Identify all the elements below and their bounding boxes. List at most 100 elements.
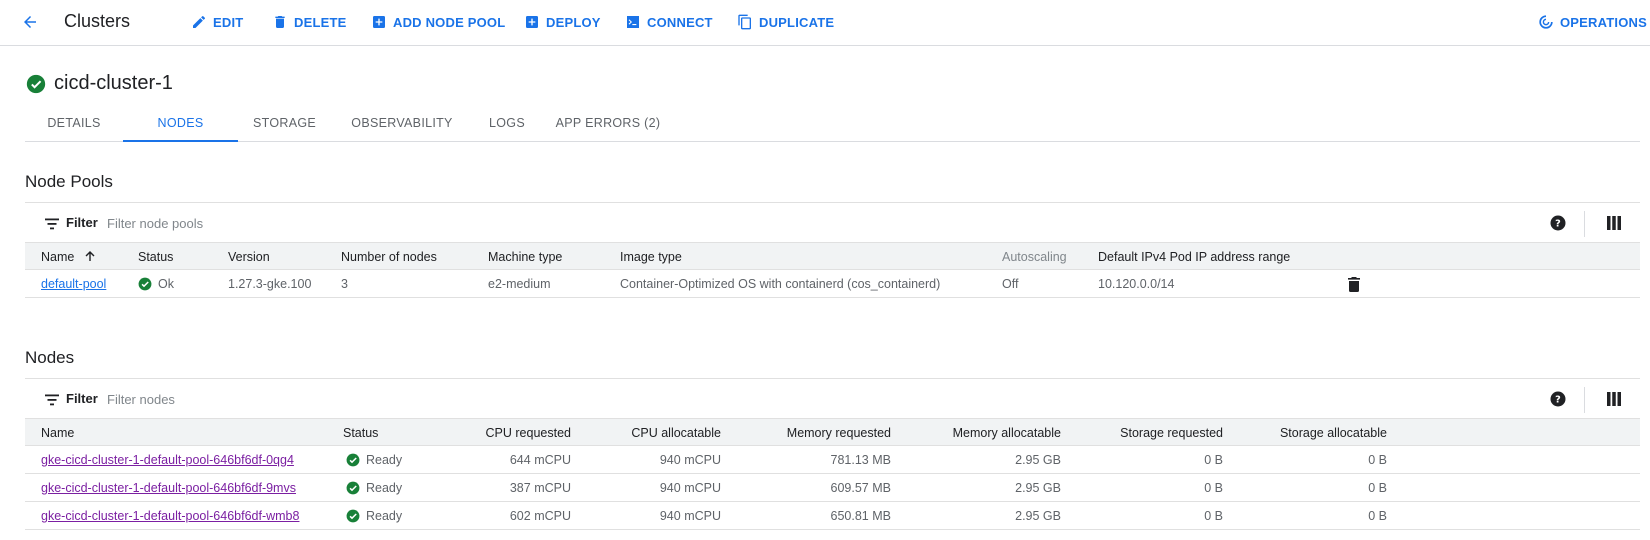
cpu-allocatable-cell: 940 mCPU: [659, 453, 721, 467]
memory-requested-cell: 609.57 MB: [830, 481, 891, 495]
image-type-cell: Container-Optimized OS with containerd (…: [620, 277, 941, 291]
column-header-status: Status: [138, 250, 174, 264]
column-header-machine-type: Machine type: [488, 250, 563, 264]
delete-button-label: DELETE: [294, 14, 347, 30]
storage-requested-cell: 0 B: [1204, 453, 1223, 467]
help-icon[interactable]: ?: [1549, 390, 1567, 408]
svg-text:?: ?: [1555, 394, 1561, 405]
node-name-link[interactable]: gke-cicd-cluster-1-default-pool-646bf6df…: [41, 509, 299, 523]
add-node-pool-button[interactable]: ADD NODE POOL: [371, 13, 505, 31]
cpu-requested-cell: 602 mCPU: [509, 509, 571, 523]
node-pools-table: Name Status Version Number of nodes Mach…: [25, 242, 1640, 298]
node-pool-name-link[interactable]: default-pool: [41, 277, 106, 291]
check-circle-icon: [346, 509, 360, 523]
status-text: Ready: [366, 481, 403, 495]
cpu-requested-cell: 644 mCPU: [509, 453, 571, 467]
column-header-memory-requested: Memory requested: [786, 426, 891, 440]
connect-button-label: CONNECT: [647, 14, 713, 30]
connect-button[interactable]: CONNECT: [625, 13, 713, 31]
duplicate-button-label: DUPLICATE: [759, 14, 835, 30]
status-cell: Ready: [346, 453, 402, 467]
nodes-filter-input[interactable]: [107, 387, 707, 411]
storage-requested-cell: 0 B: [1204, 481, 1223, 495]
pencil-icon: [193, 15, 206, 28]
column-header-storage-allocatable: Storage allocatable: [1279, 426, 1387, 440]
memory-allocatable-cell: 2.95 GB: [1015, 481, 1061, 495]
nodes-count-cell: 3: [341, 277, 348, 291]
copy-icon: [738, 14, 751, 30]
storage-allocatable-cell: 0 B: [1368, 481, 1387, 495]
storage-allocatable-cell: 0 B: [1368, 509, 1387, 523]
column-header-name[interactable]: Name: [41, 250, 96, 264]
memory-allocatable-cell: 2.95 GB: [1015, 453, 1061, 467]
back-arrow-icon[interactable]: [18, 10, 42, 34]
table-header: Name Status CPU requested CPU allocatabl…: [25, 418, 1640, 446]
column-header-cpu-allocatable: CPU allocatable: [631, 426, 721, 440]
column-display-icon[interactable]: [1606, 391, 1622, 407]
svg-text:?: ?: [1555, 218, 1561, 229]
tab-details[interactable]: DETAILS: [25, 108, 123, 142]
status-text: Ready: [366, 509, 403, 523]
status-text: Ok: [158, 277, 174, 291]
column-display-icon[interactable]: [1606, 215, 1622, 231]
arrow-up-icon: [85, 251, 95, 261]
filter-label[interactable]: Filter: [66, 391, 98, 406]
duplicate-button[interactable]: DUPLICATE: [737, 13, 834, 31]
cpu-requested-cell: 387 mCPU: [509, 481, 571, 495]
version-cell: 1.27.3-gke.100: [228, 277, 312, 291]
column-header-cpu-requested: CPU requested: [485, 426, 571, 440]
autoscaling-cell: Off: [1002, 277, 1019, 291]
help-icon[interactable]: ?: [1549, 214, 1567, 232]
ip-range-cell: 10.120.0.0/14: [1098, 277, 1175, 291]
tab-observability[interactable]: OBSERVABILITY: [331, 108, 473, 142]
divider: [1584, 211, 1585, 237]
node-pools-title: Node Pools: [25, 172, 113, 191]
add-box-icon: [526, 16, 538, 28]
storage-allocatable-cell: 0 B: [1368, 453, 1387, 467]
node-pools-filter-input[interactable]: [107, 211, 707, 235]
table-row: gke-cicd-cluster-1-default-pool-646bf6df…: [25, 502, 1640, 530]
status-cell: Ready: [346, 481, 402, 495]
node-name-link[interactable]: gke-cicd-cluster-1-default-pool-646bf6df…: [41, 453, 294, 467]
column-header-ip-range: Default IPv4 Pod IP address range: [1098, 250, 1291, 264]
column-header-name[interactable]: Name: [41, 426, 74, 440]
tab-storage[interactable]: STORAGE: [238, 108, 331, 142]
operations-button[interactable]: OPERATIONS: [1538, 13, 1647, 31]
status-text: Ready: [366, 453, 403, 467]
memory-requested-cell: 650.81 MB: [830, 509, 891, 523]
page-title: Clusters: [64, 11, 131, 31]
tab-app-errors[interactable]: APP ERRORS (2): [541, 108, 675, 142]
tab-nodes[interactable]: NODES: [123, 108, 238, 142]
trash-icon: [275, 16, 285, 28]
delete-button[interactable]: DELETE: [272, 13, 346, 31]
terminal-icon: [627, 16, 639, 28]
filter-icon: [45, 394, 59, 406]
top-toolbar: Clusters EDIT DELETE ADD NODE POOL DEPLO…: [0, 0, 1650, 46]
tab-logs[interactable]: LOGS: [473, 108, 541, 142]
check-circle-icon: [26, 74, 46, 94]
table-header: Name Status Version Number of nodes Mach…: [25, 242, 1640, 270]
check-circle-icon: [346, 481, 360, 495]
memory-allocatable-cell: 2.95 GB: [1015, 509, 1061, 523]
trash-icon[interactable]: [1347, 276, 1361, 292]
column-header-nodes: Number of nodes: [341, 250, 437, 264]
edit-button[interactable]: EDIT: [191, 13, 243, 31]
column-header-storage-requested: Storage requested: [1120, 426, 1223, 440]
status-cell: Ok: [138, 277, 174, 291]
add-box-icon: [373, 16, 385, 28]
node-name-link[interactable]: gke-cicd-cluster-1-default-pool-646bf6df…: [41, 481, 296, 495]
deploy-button-label: DEPLOY: [546, 14, 601, 30]
deploy-button[interactable]: DEPLOY: [524, 13, 601, 31]
cluster-name: cicd-cluster-1: [54, 72, 173, 94]
node-pools-filter-bar: Filter ?: [25, 202, 1640, 244]
table-row: gke-cicd-cluster-1-default-pool-646bf6df…: [25, 474, 1640, 502]
status-cell: Ready: [346, 509, 402, 523]
check-circle-icon: [346, 453, 360, 467]
column-header-memory-allocatable: Memory allocatable: [952, 426, 1061, 440]
nodes-title: Nodes: [25, 348, 75, 367]
tab-bar: DETAILS NODES STORAGE OBSERVABILITY LOGS…: [25, 108, 1640, 142]
cpu-allocatable-cell: 940 mCPU: [659, 509, 721, 523]
filter-icon: [45, 218, 59, 230]
filter-label[interactable]: Filter: [66, 215, 98, 230]
table-row: default-pool Ok 1.27.3-gke.100 3 e2-medi…: [25, 270, 1640, 298]
